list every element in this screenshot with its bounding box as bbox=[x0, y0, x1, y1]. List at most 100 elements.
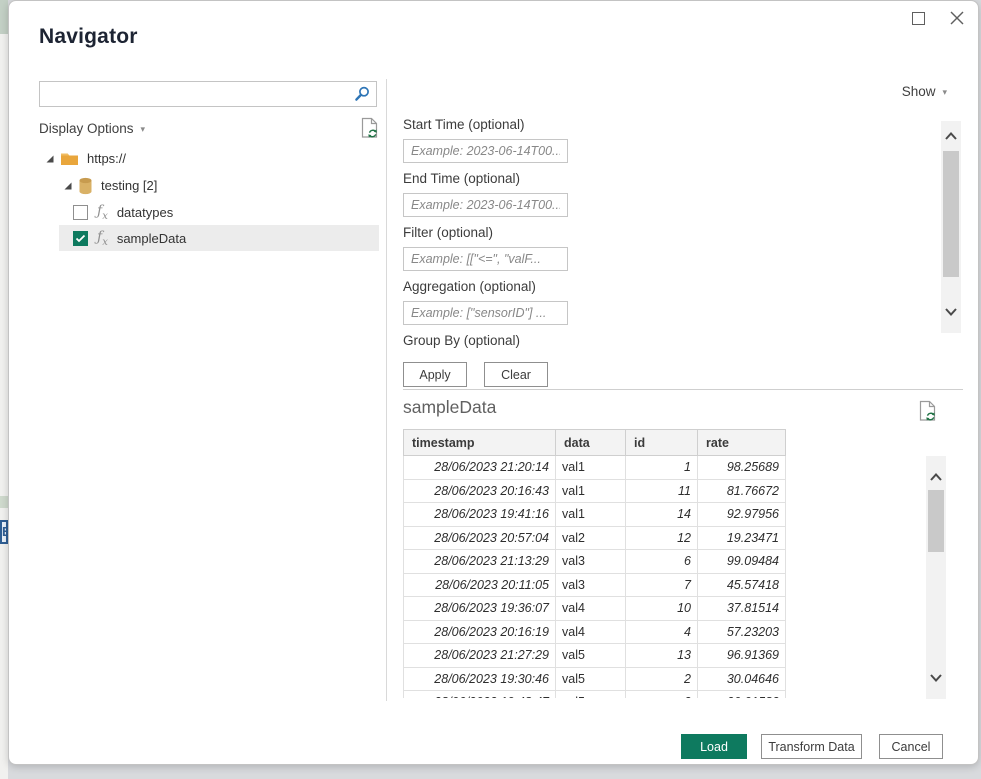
table-cell: 28/06/2023 19:30:46 bbox=[404, 667, 556, 691]
scrollbar-thumb[interactable] bbox=[928, 490, 944, 552]
column-header-data[interactable]: data bbox=[556, 430, 626, 456]
checkbox-checked[interactable] bbox=[73, 231, 88, 246]
panel-divider bbox=[386, 79, 387, 701]
table-cell: val4 bbox=[556, 597, 626, 621]
table-cell: val1 bbox=[556, 479, 626, 503]
field-label-aggregation: Aggregation (optional) bbox=[403, 279, 643, 297]
dialog-footer: Load Transform Data Cancel bbox=[681, 734, 943, 759]
table-cell: val1 bbox=[556, 456, 626, 480]
table-cell: 7 bbox=[626, 573, 698, 597]
tree-item-https[interactable]: https:// bbox=[39, 145, 379, 172]
table-cell: 28/06/2023 20:16:19 bbox=[404, 620, 556, 644]
preview-table-body: 28/06/2023 21:20:14val1198.2568928/06/20… bbox=[404, 456, 786, 699]
cancel-button[interactable]: Cancel bbox=[879, 734, 943, 759]
table-row[interactable]: 28/06/2023 21:13:29val3699.09484 bbox=[404, 550, 786, 574]
scrollbar-thumb[interactable] bbox=[943, 151, 959, 277]
search-icon[interactable] bbox=[353, 85, 371, 103]
table-cell: 14 bbox=[626, 503, 698, 527]
table-scrollbar[interactable] bbox=[926, 456, 946, 699]
aggregation-input[interactable] bbox=[403, 301, 568, 325]
transform-data-button[interactable]: Transform Data bbox=[761, 734, 862, 759]
column-header-rate[interactable]: rate bbox=[698, 430, 786, 456]
apply-button[interactable]: Apply bbox=[403, 362, 467, 387]
expand-arrow-icon[interactable] bbox=[63, 181, 73, 191]
table-cell: 6 bbox=[626, 550, 698, 574]
table-cell: 12 bbox=[626, 526, 698, 550]
tree-item-label: https:// bbox=[87, 151, 126, 166]
background-strip bbox=[0, 0, 8, 779]
preview-table-container: timestamp data id rate 28/06/2023 21:20:… bbox=[403, 429, 786, 698]
refresh-preview-icon[interactable] bbox=[361, 117, 379, 139]
table-row[interactable]: 28/06/2023 21:27:29val51396.91369 bbox=[404, 644, 786, 668]
column-header-id[interactable]: id bbox=[626, 430, 698, 456]
checkbox-unchecked[interactable] bbox=[73, 205, 88, 220]
function-icon: ƒx bbox=[97, 203, 108, 222]
column-header-timestamp[interactable]: timestamp bbox=[404, 430, 556, 456]
table-row[interactable]: 28/06/2023 19:30:46val5230.04646 bbox=[404, 667, 786, 691]
table-cell: 30.04646 bbox=[698, 667, 786, 691]
background-window-artifact bbox=[0, 496, 8, 508]
filter-input[interactable] bbox=[403, 247, 568, 271]
table-cell: 13 bbox=[626, 644, 698, 668]
window-controls bbox=[912, 10, 965, 26]
table-cell: 37.81514 bbox=[698, 597, 786, 621]
form-scrollbar[interactable] bbox=[941, 121, 961, 333]
table-cell: 28/06/2023 21:27:29 bbox=[404, 644, 556, 668]
display-options-dropdown[interactable]: Display Options bbox=[39, 121, 134, 136]
maximize-icon[interactable] bbox=[912, 12, 925, 25]
table-cell: val3 bbox=[556, 550, 626, 574]
background-window-artifact: E bbox=[0, 520, 8, 544]
tree-item-label: sampleData bbox=[117, 231, 186, 246]
table-cell: 96.91369 bbox=[698, 644, 786, 668]
scroll-up-icon[interactable] bbox=[944, 131, 958, 141]
table-cell: 2 bbox=[626, 667, 698, 691]
table-row[interactable]: 28/06/2023 20:16:19val4457.23203 bbox=[404, 620, 786, 644]
refresh-preview-icon[interactable] bbox=[919, 400, 937, 422]
expand-arrow-icon[interactable] bbox=[45, 154, 55, 164]
folder-icon bbox=[60, 151, 79, 166]
database-icon bbox=[78, 177, 93, 195]
table-cell: 28/06/2023 19:48:47 bbox=[404, 691, 556, 699]
preview-table: timestamp data id rate 28/06/2023 21:20:… bbox=[403, 429, 786, 698]
show-label: Show bbox=[902, 84, 936, 99]
field-label-end-time: End Time (optional) bbox=[403, 171, 643, 189]
table-cell: 28/06/2023 19:41:16 bbox=[404, 503, 556, 527]
start-time-input[interactable] bbox=[403, 139, 568, 163]
table-cell: val1 bbox=[556, 503, 626, 527]
table-row[interactable]: 28/06/2023 20:16:43val11181.76672 bbox=[404, 479, 786, 503]
table-row[interactable]: 28/06/2023 19:48:47val5320.01583 bbox=[404, 691, 786, 699]
table-cell: 57.23203 bbox=[698, 620, 786, 644]
table-cell: 4 bbox=[626, 620, 698, 644]
load-button[interactable]: Load bbox=[681, 734, 747, 759]
close-icon[interactable] bbox=[949, 10, 965, 26]
end-time-input[interactable] bbox=[403, 193, 568, 217]
clear-button[interactable]: Clear bbox=[484, 362, 548, 387]
table-cell: 28/06/2023 20:11:05 bbox=[404, 573, 556, 597]
table-cell: 98.25689 bbox=[698, 456, 786, 480]
parameters-form: Start Time (optional) End Time (optional… bbox=[403, 117, 643, 387]
table-row[interactable]: 28/06/2023 19:36:07val41037.81514 bbox=[404, 597, 786, 621]
scroll-up-icon[interactable] bbox=[929, 472, 943, 482]
table-cell: val5 bbox=[556, 644, 626, 668]
table-row[interactable]: 28/06/2023 20:57:04val21219.23471 bbox=[404, 526, 786, 550]
tree-item-testing[interactable]: testing [2] bbox=[39, 172, 379, 199]
table-cell: 99.09484 bbox=[698, 550, 786, 574]
table-cell: val5 bbox=[556, 667, 626, 691]
table-row[interactable]: 28/06/2023 21:20:14val1198.25689 bbox=[404, 456, 786, 480]
tree-item-sampledata[interactable]: ƒx sampleData bbox=[59, 225, 379, 251]
tree-item-datatypes[interactable]: ƒx datatypes bbox=[59, 199, 379, 225]
table-row[interactable]: 28/06/2023 20:11:05val3745.57418 bbox=[404, 573, 786, 597]
function-icon: ƒx bbox=[97, 229, 108, 248]
table-cell: 19.23471 bbox=[698, 526, 786, 550]
table-row[interactable]: 28/06/2023 19:41:16val11492.97956 bbox=[404, 503, 786, 527]
preview-title: sampleData bbox=[403, 397, 496, 418]
table-cell: 81.76672 bbox=[698, 479, 786, 503]
table-cell: 28/06/2023 21:20:14 bbox=[404, 456, 556, 480]
scroll-down-icon[interactable] bbox=[929, 673, 943, 683]
section-divider bbox=[403, 389, 963, 390]
scroll-down-icon[interactable] bbox=[944, 307, 958, 317]
navigation-tree: https:// testing [2] ƒx datatypes ƒx sam… bbox=[39, 145, 379, 251]
table-cell: 28/06/2023 21:13:29 bbox=[404, 550, 556, 574]
show-dropdown[interactable]: Show ▾ bbox=[902, 84, 947, 99]
search-input[interactable] bbox=[40, 83, 353, 105]
